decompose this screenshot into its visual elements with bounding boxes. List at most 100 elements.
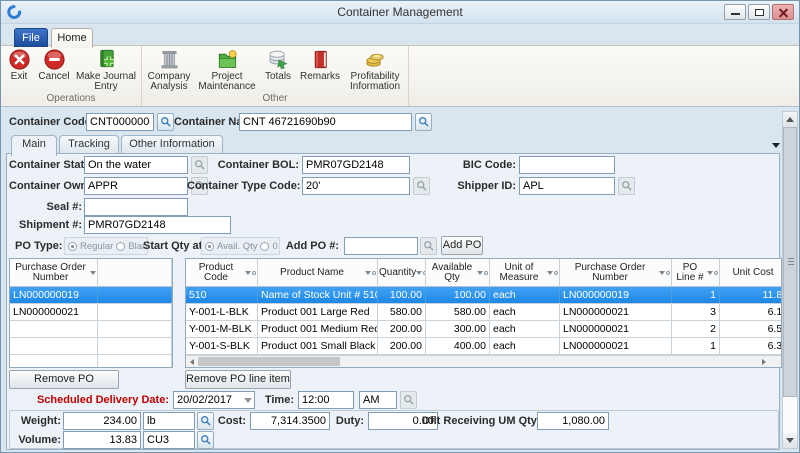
- container-type-code-input[interactable]: [302, 177, 410, 195]
- po-grid-header-blank[interactable]: [98, 259, 172, 287]
- scrollbar-grip-icon: [788, 258, 794, 267]
- ribbon: Exit Cancel: [1, 45, 799, 107]
- company-analysis-button[interactable]: Company Analysis: [144, 47, 194, 93]
- tab-file[interactable]: File: [14, 28, 48, 47]
- weight-um-search-button[interactable]: [197, 412, 214, 430]
- volume-um-input[interactable]: [143, 431, 195, 449]
- bic-code-input[interactable]: [519, 156, 615, 174]
- volume-um-search-button[interactable]: [197, 431, 214, 449]
- col-header-po-line[interactable]: PO Line #: [672, 259, 720, 287]
- exit-icon: [8, 48, 31, 71]
- time-search-button[interactable]: [400, 391, 417, 409]
- container-name-input[interactable]: [239, 113, 412, 131]
- cancel-button[interactable]: Cancel: [35, 47, 73, 83]
- filter-funnel-icon[interactable]: [365, 271, 371, 275]
- tab-overflow-icon[interactable]: [772, 143, 780, 148]
- container-code-search-button[interactable]: [157, 113, 174, 131]
- scrollbar-thumb[interactable]: [198, 357, 340, 366]
- po-grid-row[interactable]: LN000000021: [10, 304, 172, 321]
- remove-po-line-item-button[interactable]: Remove PO line item: [185, 370, 291, 389]
- line-item-row[interactable]: Y-001-S-BLK Product 001 Small Black 200.…: [186, 338, 782, 355]
- filter-funnel-icon[interactable]: [245, 271, 251, 275]
- pin-icon[interactable]: [554, 271, 558, 275]
- line-item-row[interactable]: Y-001-M-BLK Product 001 Medium Red 200.0…: [186, 321, 782, 338]
- scroll-right-icon[interactable]: [758, 356, 769, 367]
- volume-input[interactable]: [63, 431, 141, 449]
- zero-radio[interactable]: [260, 242, 269, 251]
- container-status-input[interactable]: [84, 156, 188, 174]
- pin-icon[interactable]: [666, 271, 670, 275]
- col-header-purchase-order-number[interactable]: Purchase Order Number: [560, 259, 672, 287]
- po-grid-empty-row[interactable]: [10, 321, 172, 338]
- pin-icon[interactable]: [714, 271, 718, 275]
- regular-radio[interactable]: [68, 242, 77, 251]
- exit-button[interactable]: Exit: [3, 47, 35, 83]
- dflt-receiving-um-qty-input[interactable]: [537, 412, 609, 430]
- filter-funnel-icon[interactable]: [707, 271, 713, 275]
- tab-main[interactable]: Main: [11, 135, 57, 156]
- col-header-quantity[interactable]: Quantity: [378, 259, 426, 287]
- date-dropdown-icon[interactable]: [244, 398, 252, 403]
- totals-icon: [267, 48, 290, 71]
- container-owner-input[interactable]: [84, 177, 188, 195]
- weight-input[interactable]: [63, 412, 141, 430]
- shipment-input[interactable]: [84, 216, 231, 234]
- col-header-unit-of-measure[interactable]: Unit of Measure: [490, 259, 560, 287]
- avail-qty-radio[interactable]: [205, 242, 214, 251]
- blanket-radio[interactable]: [116, 242, 125, 251]
- tab-home[interactable]: Home: [51, 28, 93, 48]
- container-name-search-button[interactable]: [415, 113, 432, 131]
- close-button[interactable]: [772, 4, 794, 20]
- main-vertical-scrollbar[interactable]: [782, 111, 798, 449]
- col-header-product-name[interactable]: Product Name: [258, 259, 378, 287]
- scroll-down-icon[interactable]: [783, 433, 797, 448]
- remove-po-button[interactable]: Remove PO: [9, 370, 119, 389]
- totals-button[interactable]: Totals: [260, 47, 296, 83]
- add-po-search-button[interactable]: [420, 237, 437, 255]
- ampm-input[interactable]: [359, 391, 397, 409]
- grid-horizontal-scrollbar[interactable]: [186, 355, 781, 367]
- scroll-up-icon[interactable]: [783, 112, 797, 127]
- journal-entry-icon: [95, 48, 118, 71]
- po-grid-header-purchase-order-number[interactable]: Purchase Order Number: [10, 259, 98, 287]
- add-po-input[interactable]: [344, 237, 418, 255]
- make-journal-entry-button[interactable]: Make Journal Entry: [73, 47, 139, 93]
- seal-input[interactable]: [84, 198, 188, 216]
- pin-icon[interactable]: [372, 271, 376, 275]
- minimize-button[interactable]: [724, 4, 746, 20]
- po-grid-empty-row[interactable]: [10, 355, 172, 368]
- cost-input[interactable]: [250, 412, 330, 430]
- line-item-row[interactable]: 510 Name of Stock Unit # 510 100.00 100.…: [186, 287, 782, 304]
- pin-icon[interactable]: [484, 271, 488, 275]
- maximize-button[interactable]: [748, 4, 770, 20]
- filter-funnel-icon[interactable]: [90, 271, 96, 275]
- filter-funnel-icon[interactable]: [547, 271, 553, 275]
- project-maintenance-button[interactable]: Project Maintenance: [194, 47, 260, 93]
- po-grid-empty-row[interactable]: [10, 338, 172, 355]
- line-item-row[interactable]: Y-001-L-BLK Product 001 Large Red 580.00…: [186, 304, 782, 321]
- tab-tracking[interactable]: Tracking: [59, 135, 119, 154]
- filter-funnel-icon[interactable]: [477, 271, 483, 275]
- col-header-product-code[interactable]: Product Code: [186, 259, 258, 287]
- container-code-input[interactable]: [86, 113, 154, 131]
- col-header-unit-cost[interactable]: Unit Cost: [720, 259, 782, 287]
- container-bol-input[interactable]: [302, 156, 410, 174]
- weight-um-input[interactable]: [143, 412, 195, 430]
- shipper-id-search-button[interactable]: [618, 177, 635, 195]
- col-header-available-qty[interactable]: Available Qty: [426, 259, 490, 287]
- filter-funnel-icon[interactable]: [416, 271, 422, 275]
- delivery-date-input[interactable]: [173, 391, 255, 409]
- po-grid-row[interactable]: LN000000019: [10, 287, 172, 304]
- scrollbar-thumb[interactable]: [783, 127, 797, 397]
- add-po-button[interactable]: Add PO: [441, 236, 483, 255]
- scroll-left-icon[interactable]: [186, 356, 197, 367]
- dflt-receiving-um-qty-label: Dflt Receiving UM Qty:: [422, 412, 534, 430]
- filter-funnel-icon[interactable]: [659, 271, 665, 275]
- tab-other-information[interactable]: Other Information: [121, 135, 223, 154]
- shipper-id-input[interactable]: [519, 177, 615, 195]
- remarks-button[interactable]: Remarks: [296, 47, 344, 83]
- profitability-information-button[interactable]: Profitability Information: [344, 47, 406, 93]
- search-icon: [160, 116, 172, 128]
- pin-icon[interactable]: [252, 271, 256, 275]
- time-input[interactable]: [298, 391, 354, 409]
